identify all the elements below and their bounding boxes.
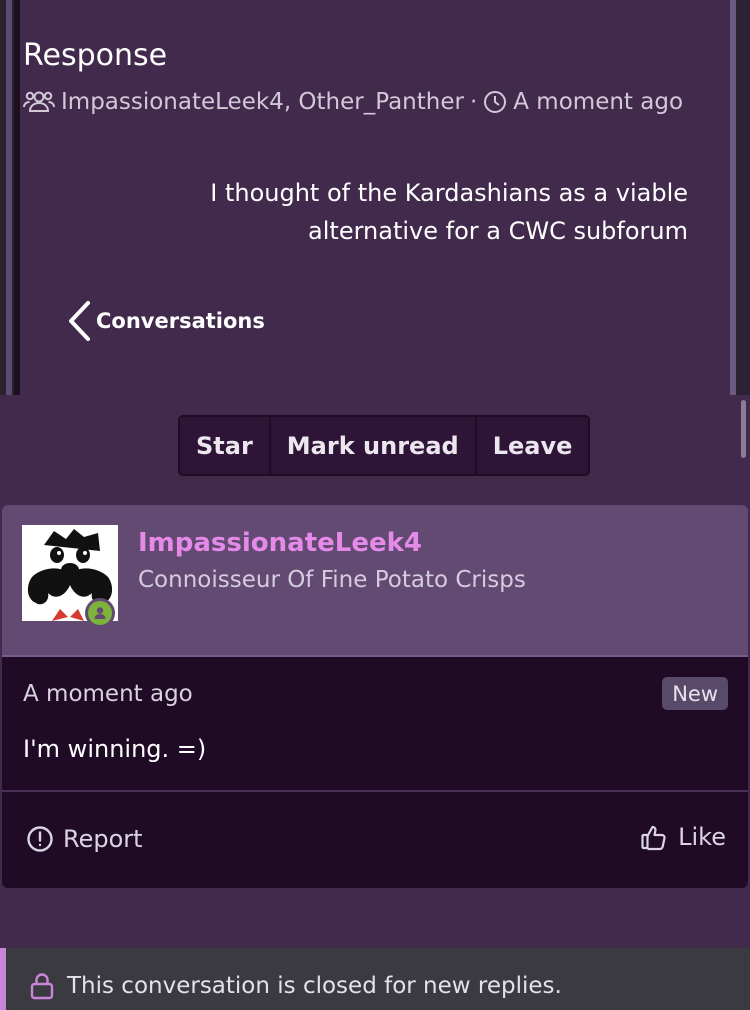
closed-notice: This conversation is closed for new repl… bbox=[0, 948, 750, 1010]
report-button[interactable]: Report bbox=[26, 825, 143, 853]
user-title: Connoisseur Of Fine Potato Crisps bbox=[138, 567, 526, 593]
conversation-meta: ImpassionateLeek4, Other_Panther · A mom… bbox=[23, 89, 683, 115]
background-left-accent bbox=[6, 0, 12, 395]
message-user-header: ImpassionateLeek4 Connoisseur Of Fine Po… bbox=[2, 505, 748, 657]
lock-icon bbox=[30, 972, 54, 1004]
back-link-label: Conversations bbox=[96, 309, 265, 333]
alert-circle-icon bbox=[26, 825, 54, 853]
conversation-actions: Star Mark unread Leave bbox=[178, 415, 591, 476]
user-online-icon bbox=[88, 601, 112, 625]
star-button[interactable]: Star bbox=[180, 417, 271, 474]
meta-separator: · bbox=[469, 89, 478, 115]
back-to-conversations-link[interactable]: Conversations bbox=[66, 300, 265, 342]
message-time[interactable]: A moment ago bbox=[23, 681, 193, 707]
message-body: I'm winning. =) bbox=[23, 735, 207, 763]
closed-notice-text: This conversation is closed for new repl… bbox=[67, 973, 562, 999]
page-title: Response bbox=[23, 38, 168, 73]
conversation-time[interactable]: A moment ago bbox=[513, 89, 683, 115]
username-link[interactable]: ImpassionateLeek4 bbox=[138, 528, 422, 558]
conversation-header: Response ImpassionateLeek4, Other_Panthe… bbox=[20, 0, 730, 395]
conversation-quote: I thought of the Kardashians as a viable… bbox=[210, 179, 688, 245]
chevron-left-icon bbox=[66, 300, 94, 342]
mark-unread-button[interactable]: Mark unread bbox=[271, 417, 477, 474]
clock-icon bbox=[483, 90, 507, 114]
leave-button[interactable]: Leave bbox=[477, 417, 589, 474]
background-right-accent bbox=[730, 0, 736, 395]
participants-list[interactable]: ImpassionateLeek4, Other_Panther bbox=[61, 89, 464, 115]
thumbs-up-icon bbox=[640, 823, 668, 851]
like-button[interactable]: Like bbox=[640, 823, 726, 851]
users-icon bbox=[23, 89, 55, 115]
new-badge: New bbox=[662, 677, 728, 710]
message-card: ImpassionateLeek4 Connoisseur Of Fine Po… bbox=[2, 505, 748, 888]
message-divider bbox=[2, 790, 748, 792]
like-label: Like bbox=[678, 823, 726, 851]
scrollbar[interactable] bbox=[741, 400, 746, 458]
report-label: Report bbox=[63, 825, 143, 853]
notice-accent-bar bbox=[0, 948, 6, 1010]
online-status-badge bbox=[85, 598, 115, 628]
